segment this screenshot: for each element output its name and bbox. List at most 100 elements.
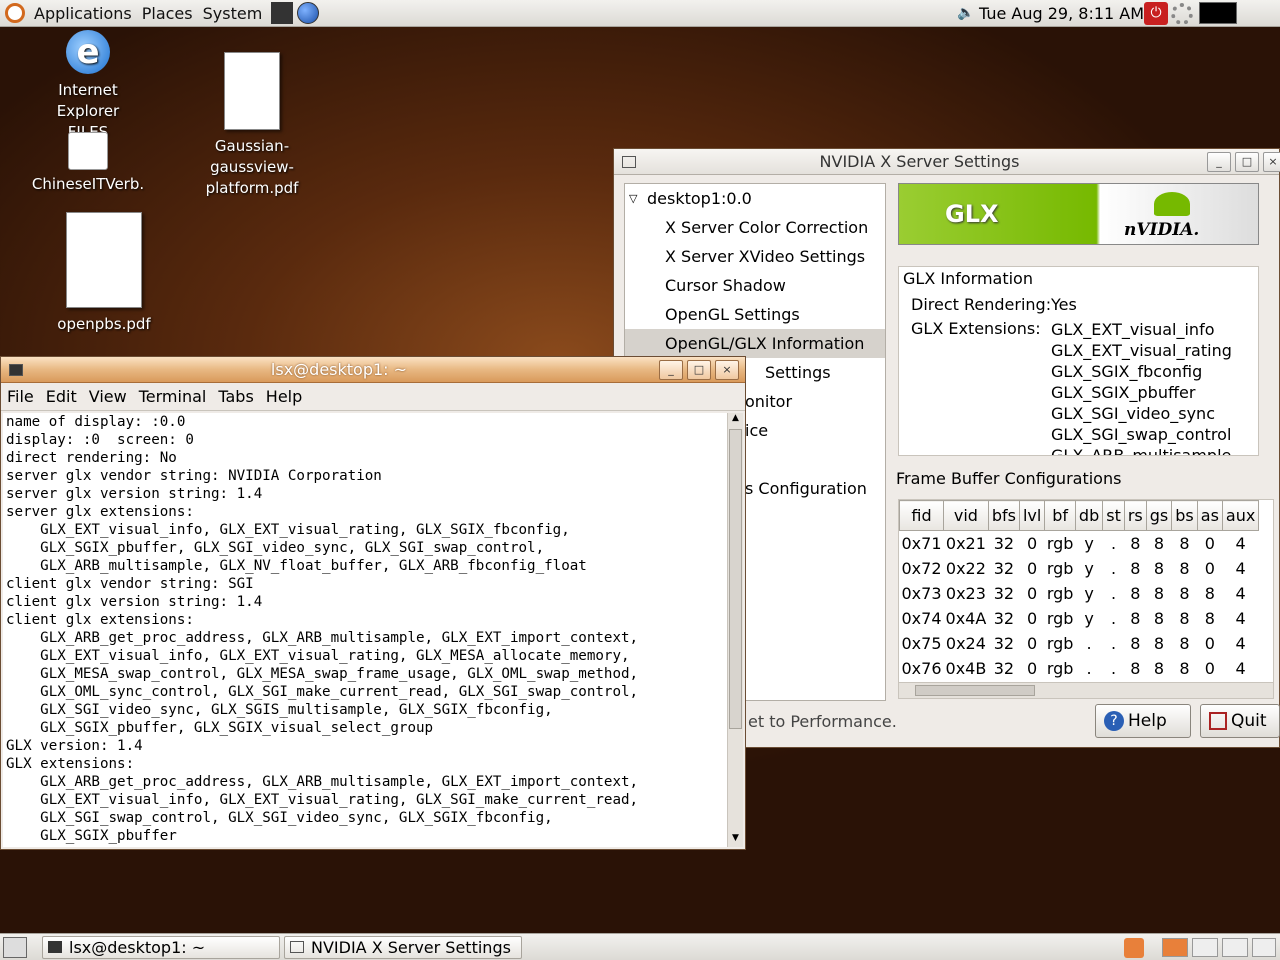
status-text: et to Performance. bbox=[748, 712, 897, 731]
power-icon[interactable]: ⏻ bbox=[1144, 2, 1168, 25]
column-header-bfs[interactable]: bfs bbox=[987, 500, 1020, 531]
table-cell: 8 bbox=[1130, 658, 1141, 678]
window-menu-icon[interactable] bbox=[622, 155, 636, 168]
menu-places[interactable]: Places bbox=[137, 4, 198, 23]
scrollbar-thumb[interactable] bbox=[729, 429, 742, 729]
close-button[interactable]: × bbox=[715, 359, 739, 380]
column-header-aux[interactable]: aux bbox=[1221, 500, 1260, 531]
column-header-bf[interactable]: bf bbox=[1044, 500, 1076, 531]
tree-item-opengl-settings[interactable]: OpenGL Settings bbox=[625, 300, 885, 329]
menu-tabs[interactable]: Tabs bbox=[212, 387, 259, 406]
column-header-lvl[interactable]: lvl bbox=[1018, 500, 1046, 531]
terminal-line: GLX_EXT_visual_info, GLX_EXT_visual_rati… bbox=[6, 522, 570, 538]
close-button[interactable]: × bbox=[1263, 151, 1280, 172]
terminal-icon bbox=[48, 941, 62, 953]
help-button[interactable]: ? Help bbox=[1095, 704, 1191, 738]
workspace-1[interactable] bbox=[1162, 938, 1188, 957]
extension-item: GLX_ARB_multisample bbox=[1051, 446, 1232, 456]
system-monitor-icon[interactable] bbox=[1199, 2, 1237, 24]
menu-terminal[interactable]: Terminal bbox=[133, 387, 213, 406]
vertical-scrollbar[interactable]: ▲ ▼ bbox=[727, 413, 743, 847]
clock[interactable]: Tue Aug 29, 8:11 AM bbox=[979, 4, 1144, 23]
table-row[interactable]: 0x72 0x22 32 0 rgb y. 8 8 8 0 4 bbox=[900, 556, 1259, 581]
column-header-rs[interactable]: rs bbox=[1123, 500, 1147, 531]
terminal-line: direct rendering: No bbox=[6, 450, 177, 466]
tree-item-color-correction[interactable]: X Server Color Correction bbox=[625, 213, 885, 242]
table-cell: 0 bbox=[1027, 658, 1038, 678]
terminal-line: server glx version string: 1.4 bbox=[6, 486, 263, 502]
desktop-icon-openpbs-pdf[interactable]: openpbs.pdf bbox=[44, 212, 164, 335]
column-header-vid[interactable]: vid bbox=[943, 500, 989, 531]
terminal-launcher-icon[interactable] bbox=[271, 2, 294, 24]
terminal-output[interactable]: name of display: :0.0 display: :0 screen:… bbox=[3, 413, 727, 847]
expander-down-icon[interactable]: ▽ bbox=[629, 184, 637, 213]
tree-item-xvideo-settings[interactable]: X Server XVideo Settings bbox=[625, 242, 885, 271]
frame-buffer-table-container[interactable]: fid vid bfs lvl bf db st rs gs bs as aux 0x71 0x21 32… bbox=[898, 499, 1274, 699]
workspace-2[interactable] bbox=[1192, 938, 1218, 957]
table-cell: 0x73 bbox=[901, 583, 942, 603]
extension-item: GLX_EXT_visual_info bbox=[1051, 320, 1215, 339]
tree-item-cursor-shadow[interactable]: Cursor Shadow bbox=[625, 271, 885, 300]
column-header-st[interactable]: st bbox=[1102, 500, 1125, 531]
table-cell: 8 bbox=[1179, 633, 1190, 653]
desktop-icon-internet-explorer[interactable]: e Internet Explorer FILES bbox=[26, 30, 150, 143]
table-cell: 0x4B bbox=[945, 658, 987, 678]
column-header-as[interactable]: as bbox=[1196, 500, 1223, 531]
workspace-4[interactable] bbox=[1252, 938, 1276, 957]
menu-system[interactable]: System bbox=[198, 4, 268, 23]
table-cell: 8 bbox=[1130, 633, 1141, 653]
ubuntu-logo-icon[interactable] bbox=[5, 3, 25, 23]
table-cell: . bbox=[1110, 533, 1117, 553]
table-row[interactable]: 0x76 0x4B 32 0 rgb.. 8 8 8 0 4 bbox=[900, 656, 1259, 681]
volume-icon[interactable]: 🔈 bbox=[957, 5, 974, 21]
scrollbar-thumb[interactable] bbox=[915, 685, 1035, 696]
trash-icon[interactable] bbox=[1124, 938, 1144, 958]
menu-view[interactable]: View bbox=[83, 387, 133, 406]
table-cell: 8 bbox=[1204, 583, 1215, 603]
table-row[interactable]: 0x75 0x24 32 0 rgb.. 8 8 8 0 4 bbox=[900, 631, 1259, 656]
column-header-bs[interactable]: bs bbox=[1171, 500, 1198, 531]
maximize-button[interactable]: □ bbox=[1235, 151, 1259, 172]
menu-applications[interactable]: Applications bbox=[29, 4, 137, 23]
table-row[interactable]: 0x74 0x4A 32 0 rgb y. 8 8 8 8 4 bbox=[900, 606, 1259, 631]
table-cell: 4 bbox=[1235, 583, 1246, 603]
taskbar-item-nvidia[interactable]: NVIDIA X Server Settings bbox=[284, 936, 522, 959]
column-header-fid[interactable]: fid bbox=[899, 500, 945, 531]
terminal-titlebar[interactable]: lsx@desktop1: ~ _ □ × bbox=[1, 357, 745, 383]
show-desktop-icon[interactable] bbox=[3, 937, 27, 958]
extensions-label: GLX Extensions: bbox=[911, 319, 1041, 338]
table-row[interactable]: 0x71 0x21 32 0 rgb y. 8 8 8 0 4 bbox=[900, 531, 1259, 556]
menu-help[interactable]: Help bbox=[260, 387, 308, 406]
terminal-window-icon[interactable] bbox=[9, 363, 23, 376]
menu-edit[interactable]: Edit bbox=[40, 387, 83, 406]
internet-explorer-icon: e bbox=[66, 30, 110, 74]
table-cell: 0x74 bbox=[901, 608, 942, 628]
desktop-icon-gaussian-pdf[interactable]: Gaussian- gaussview- platform.pdf bbox=[196, 52, 308, 199]
nvidia-titlebar[interactable]: NVIDIA X Server Settings _ □ × bbox=[614, 149, 1280, 175]
table-cell: 4 bbox=[1235, 558, 1246, 578]
table-cell: 0x21 bbox=[945, 533, 986, 553]
taskbar-item-terminal[interactable]: lsx@desktop1: ~ bbox=[42, 936, 280, 959]
table-row[interactable]: 0x73 0x23 32 0 rgb y. 8 8 8 8 4 bbox=[900, 581, 1259, 606]
tree-item-glx-information[interactable]: OpenGL/GLX Information bbox=[625, 329, 885, 358]
column-header-gs[interactable]: gs bbox=[1145, 500, 1173, 531]
browser-launcher-icon[interactable] bbox=[297, 2, 320, 24]
tree-root[interactable]: ▽ desktop1:0.0 bbox=[625, 184, 885, 213]
scroll-up-icon[interactable]: ▲ bbox=[729, 413, 742, 427]
maximize-button[interactable]: □ bbox=[687, 359, 711, 380]
desktop-icon-ppt[interactable]: ChineseITVerb. ppt bbox=[26, 132, 150, 195]
terminal-line: GLX_ARB_get_proc_address, GLX_ARB_multis… bbox=[6, 774, 639, 790]
column-header-db[interactable]: db bbox=[1074, 500, 1104, 531]
quit-button[interactable]: Quit bbox=[1200, 704, 1280, 738]
gear-icon[interactable] bbox=[1171, 3, 1193, 25]
workspace-3[interactable] bbox=[1222, 938, 1248, 957]
banner-text: GLX bbox=[945, 200, 999, 228]
table-cell: 32 bbox=[993, 633, 1015, 653]
menu-file[interactable]: File bbox=[1, 387, 40, 406]
horizontal-scrollbar[interactable] bbox=[899, 682, 1273, 698]
table-cell: y bbox=[1084, 533, 1094, 553]
terminal-line: GLX_SGIX_pbuffer, GLX_SGI_video_sync, GL… bbox=[6, 540, 545, 556]
minimize-button[interactable]: _ bbox=[659, 359, 683, 380]
minimize-button[interactable]: _ bbox=[1207, 151, 1231, 172]
scroll-down-icon[interactable]: ▼ bbox=[729, 833, 742, 847]
